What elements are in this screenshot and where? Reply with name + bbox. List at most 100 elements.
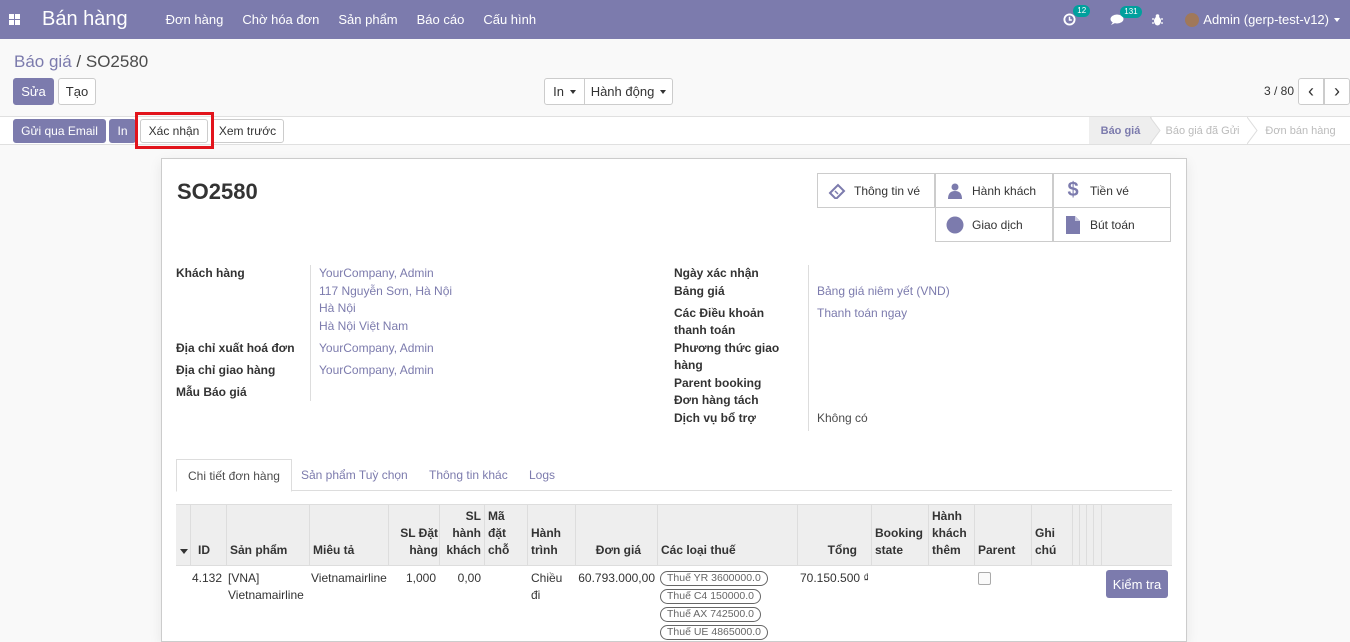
field-separator	[808, 265, 809, 431]
invoice-address-field[interactable]: YourCompany, Admin	[319, 340, 434, 357]
invoice-address-label: Địa chỉ xuất hoá đơn	[176, 341, 295, 355]
tax-tag[interactable]: Thuế UE 4865000.0	[660, 625, 768, 640]
col-itinerary-line: Hành	[531, 526, 561, 540]
stage-quotation[interactable]: Báo giá	[1089, 117, 1152, 144]
tab-other-info[interactable]: Thông tin khác	[429, 459, 508, 491]
stage-arrow	[1150, 117, 1161, 144]
col-note-line: chú	[1035, 543, 1057, 557]
col-booking-code-line: Mã	[488, 509, 505, 523]
col-itinerary[interactable]: Hành trình	[531, 525, 561, 559]
col-unit-price[interactable]: Đơn giá	[577, 542, 641, 559]
pager-previous-button[interactable]: ‹	[1298, 78, 1324, 105]
print-dropdown-label: In	[553, 84, 564, 99]
passengers-button[interactable]: Hành khách	[935, 173, 1053, 208]
activity-count-badge: 12	[1073, 5, 1091, 17]
col-booking-state-line: state	[875, 543, 904, 557]
breadcrumb-parent[interactable]: Báo giá	[14, 52, 72, 71]
col-passenger-qty[interactable]: SL hành khách	[441, 508, 481, 559]
ticket-info-button[interactable]: Thông tin vé	[817, 173, 935, 208]
col-extra-passenger[interactable]: Hành khách thêm	[932, 508, 967, 559]
tab-optional-products[interactable]: Sản phẩm Tuỳ chọn	[301, 459, 408, 491]
activity-menu[interactable]: 12	[1063, 5, 1091, 26]
action-dropdown[interactable]: Hành động	[584, 78, 673, 105]
menu-reports[interactable]: Báo cáo	[417, 12, 465, 27]
transactions-button[interactable]: Giao dịch	[935, 207, 1053, 242]
customer-address-line: Hà Nội Việt Nam	[319, 319, 409, 333]
delivery-address-field[interactable]: YourCompany, Admin	[319, 362, 434, 379]
row-passenger-qty: 0,00	[457, 571, 481, 585]
breadcrumb-current: SO2580	[85, 52, 149, 71]
col-itinerary-line: trình	[531, 543, 558, 557]
col-quantity[interactable]: SL Đặt hàng	[390, 525, 438, 559]
top-navbar: Bán hàng Đơn hàng Chờ hóa đơn Sản phẩm B…	[0, 0, 1350, 39]
print-button[interactable]: In	[109, 119, 136, 143]
chevron-down-icon	[1334, 17, 1340, 22]
menu-orders[interactable]: Đơn hàng	[166, 12, 224, 27]
stage-quotation-sent[interactable]: Báo giá đã Gửi	[1160, 117, 1245, 144]
action-dropdown-label: Hành động	[590, 84, 655, 99]
pricelist-field[interactable]: Bảng giá niêm yết (VND)	[817, 283, 950, 300]
menu-to-invoice[interactable]: Chờ hóa đơn	[242, 12, 319, 27]
table-row[interactable]: 4.132 [VNA] Vietnamairline Vietnamairlin…	[176, 566, 1172, 641]
col-taxes[interactable]: Các loại thuế	[661, 542, 736, 559]
stage-sales-order[interactable]: Đơn bán hàng	[1258, 117, 1343, 144]
tax-tag[interactable]: Thuế AX 742500.0	[660, 607, 761, 622]
bug-icon	[1152, 13, 1164, 25]
col-total[interactable]: Tổng	[799, 542, 857, 559]
user-icon	[944, 183, 966, 199]
user-menu[interactable]: Admin (gerp-test-v12)	[1185, 12, 1340, 27]
user-name: Admin (gerp-test-v12)	[1203, 12, 1329, 27]
col-note-line: Ghi	[1035, 526, 1055, 540]
tab-logs[interactable]: Logs	[529, 459, 555, 491]
print-dropdown[interactable]: In	[544, 78, 585, 105]
apps-menu-icon[interactable]	[0, 0, 28, 39]
circle-icon	[944, 216, 966, 234]
row-id: 4.132	[191, 571, 222, 585]
customer-address-line: Hà Nội	[319, 301, 356, 315]
menu-products[interactable]: Sản phẩm	[338, 12, 397, 27]
preview-button[interactable]: Xem trước	[211, 119, 284, 143]
create-button[interactable]: Tạo	[58, 78, 96, 105]
notebook-tabs: Chi tiết đơn hàng Sản phẩm Tuỳ chọn Thôn…	[176, 459, 1172, 492]
message-count-badge: 131	[1120, 5, 1142, 18]
customer-field[interactable]: YourCompany, Admin	[319, 265, 434, 282]
menu-configuration[interactable]: Cấu hình	[483, 12, 536, 27]
journal-entries-label: Bút toán	[1090, 217, 1135, 232]
tab-order-lines[interactable]: Chi tiết đơn hàng	[176, 459, 292, 492]
split-order-label: Đơn hàng tách	[674, 393, 759, 407]
customer-label: Khách hàng	[176, 266, 245, 280]
transactions-label: Giao dịch	[972, 217, 1023, 232]
col-parent[interactable]: Parent	[978, 542, 1015, 559]
debug-menu[interactable]	[1152, 13, 1164, 26]
app-brand[interactable]: Bán hàng	[42, 8, 128, 31]
pager-next-button[interactable]: ›	[1324, 78, 1350, 105]
delivery-method-label: Phương thức giao	[674, 341, 780, 355]
journal-entries-button[interactable]: Bút toán	[1053, 207, 1171, 242]
addon-service-field[interactable]: Không có	[817, 410, 868, 427]
breadcrumb-separator: /	[76, 52, 82, 71]
row-itinerary: Chiều đi	[531, 570, 562, 604]
tax-tag[interactable]: Thuế YR 3600000.0	[660, 571, 768, 586]
col-note[interactable]: Ghi chú	[1035, 525, 1056, 559]
row-quantity: 1,000	[405, 571, 436, 585]
parent-checkbox[interactable]	[978, 572, 991, 585]
col-booking-code[interactable]: Mã đặt chỗ	[488, 508, 509, 559]
send-email-button[interactable]: Gửi qua Email	[13, 119, 106, 143]
sort-caret-icon[interactable]	[180, 549, 188, 554]
passengers-label: Hành khách	[972, 183, 1037, 198]
col-booking-state[interactable]: Booking state	[875, 525, 923, 559]
pager-value[interactable]: 3 / 80	[1264, 84, 1294, 98]
col-extra-passenger-line: thêm	[932, 543, 961, 557]
edit-button[interactable]: Sửa	[13, 78, 54, 105]
stage-arrow	[1247, 117, 1258, 144]
messaging-menu[interactable]: 131	[1110, 5, 1142, 26]
file-icon	[1062, 215, 1084, 234]
payment-terms-field[interactable]: Thanh toán ngay	[817, 305, 907, 322]
check-button[interactable]: Kiểm tra	[1106, 570, 1168, 598]
col-id[interactable]: ID	[198, 542, 210, 559]
col-product[interactable]: Sản phẩm	[230, 542, 287, 559]
col-description[interactable]: Miêu tả	[313, 542, 354, 559]
ticket-money-button[interactable]: $ Tiền vé	[1053, 173, 1171, 208]
confirmation-date-label: Ngày xác nhận	[674, 266, 759, 280]
tax-tag[interactable]: Thuế C4 150000.0	[660, 589, 761, 604]
